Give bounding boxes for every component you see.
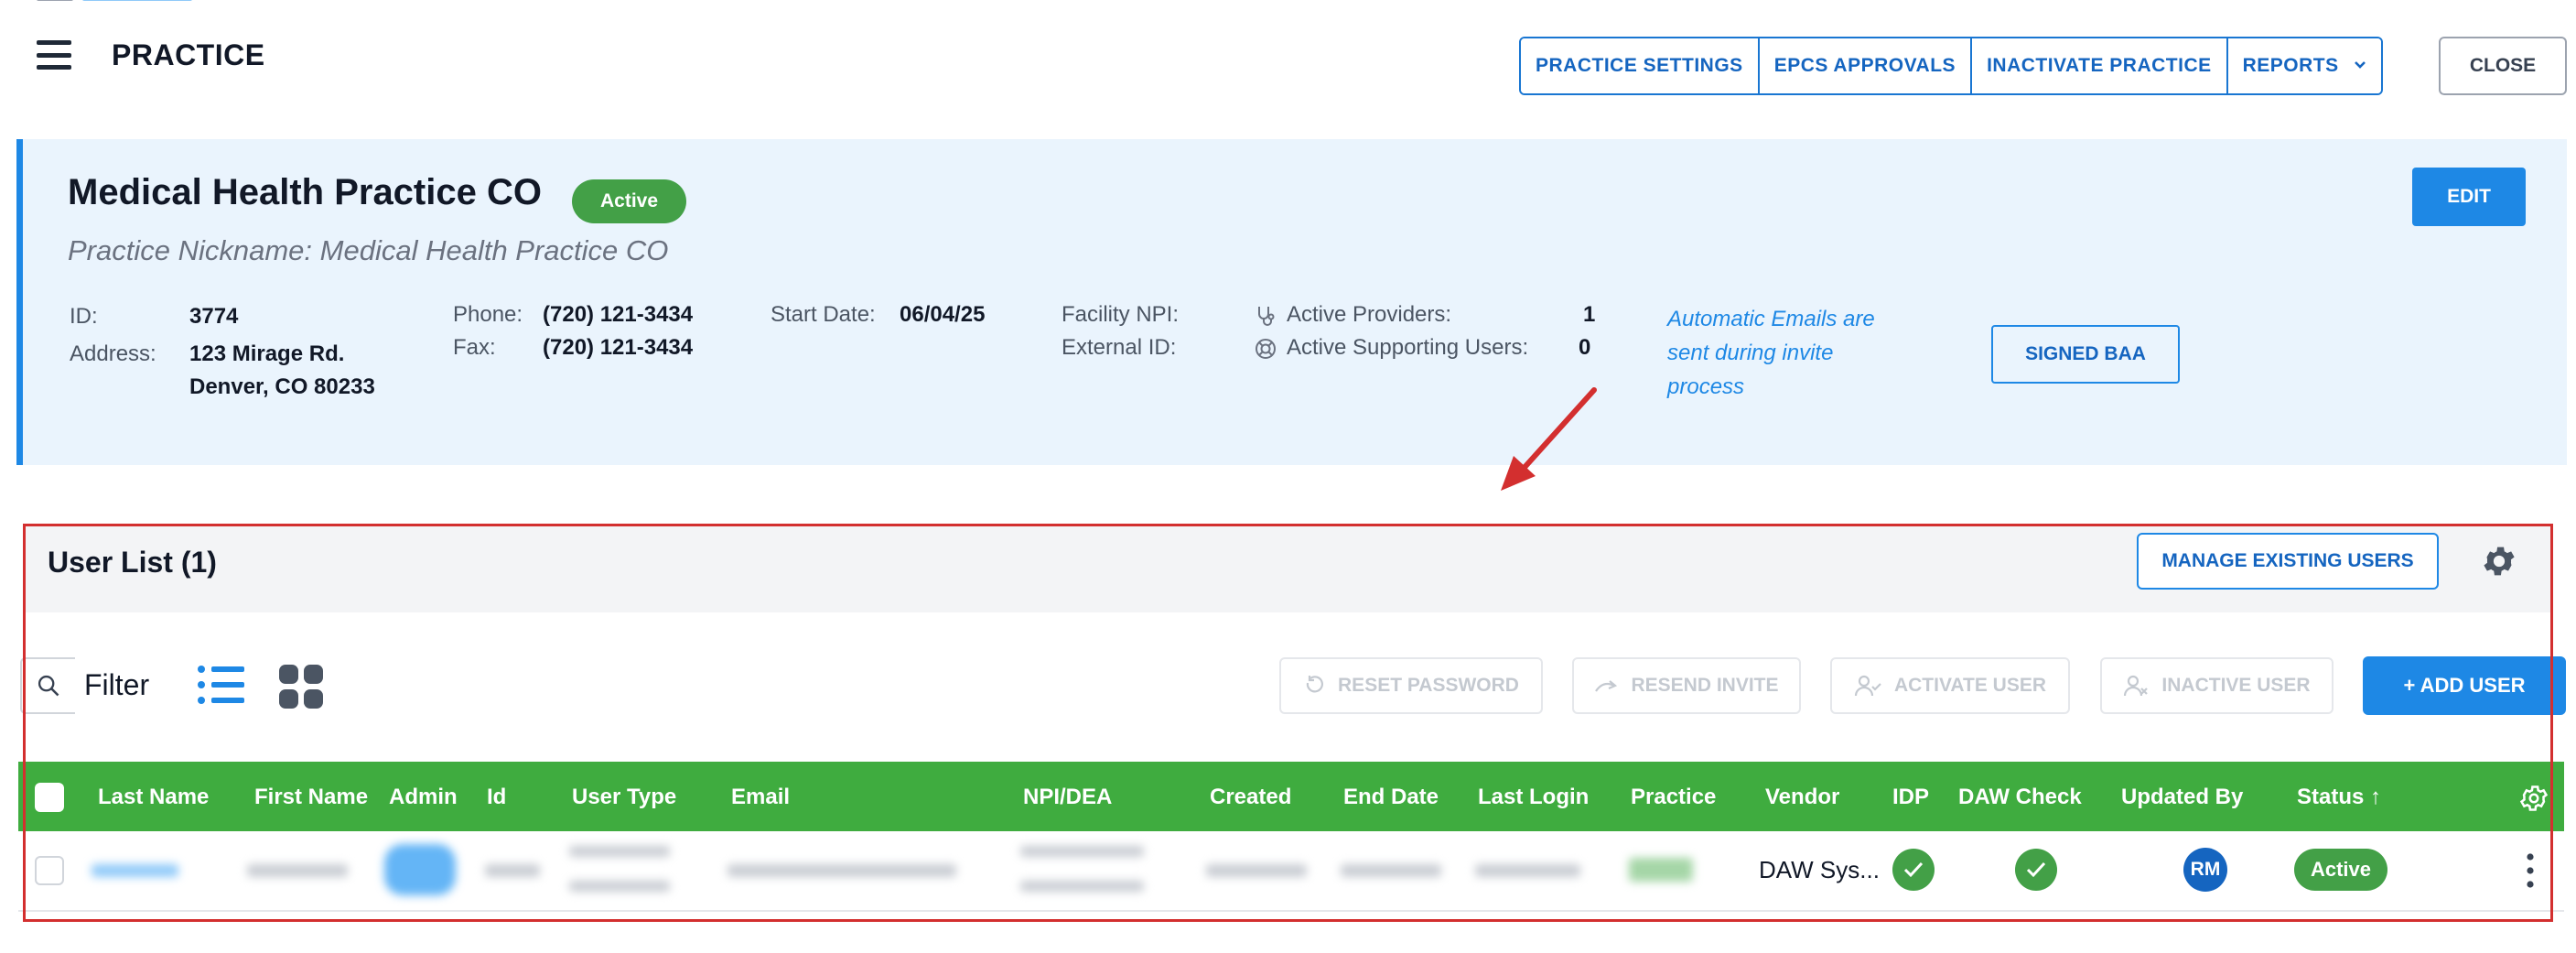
col-practice[interactable]: Practice — [1631, 785, 1716, 810]
gear-icon[interactable] — [2480, 542, 2518, 580]
auto-email-note-line-1: Automatic Emails are — [1667, 307, 1875, 331]
active-supporting-count: 0 — [1579, 335, 1591, 360]
row-checkbox[interactable] — [35, 856, 64, 885]
idp-check-icon — [1892, 849, 1935, 891]
redacted-created — [1206, 864, 1307, 877]
redacted-first-name — [247, 864, 348, 877]
activate-user-icon — [1854, 675, 1881, 697]
start-date-label: Start Date: — [771, 302, 876, 327]
status-badge: Active — [2294, 849, 2387, 891]
vendor-cell: DAW Sys... — [1759, 856, 1880, 883]
auto-email-note-line-3: process — [1667, 374, 1745, 399]
updated-by-avatar: RM — [2183, 848, 2227, 892]
col-vendor[interactable]: Vendor — [1765, 785, 1839, 810]
id-label: ID: — [70, 304, 98, 329]
chevron-down-icon — [2354, 58, 2366, 74]
daw-check-icon — [2015, 849, 2057, 891]
active-providers-label: Active Providers: — [1287, 302, 1452, 327]
add-user-button[interactable]: + ADD USER — [2363, 656, 2566, 715]
reports-label: REPORTS — [2242, 55, 2339, 76]
annotation-arrow-icon — [1501, 387, 1597, 491]
phone-label: Phone: — [453, 302, 523, 327]
phone-value: (720) 121-3434 — [543, 302, 694, 327]
col-daw-check[interactable]: DAW Check — [1958, 785, 2082, 810]
search-icon[interactable] — [20, 657, 75, 714]
resend-invite-label: RESEND INVITE — [1631, 675, 1779, 696]
practice-settings-button[interactable]: PRACTICE SETTINGS — [1521, 38, 1758, 93]
active-providers: Active Providers: — [1254, 302, 1451, 328]
grid-view-icon[interactable] — [279, 665, 323, 709]
redacted-npi — [1020, 846, 1144, 857]
resend-icon — [1595, 680, 1618, 692]
redacted-user-type-2 — [569, 881, 670, 892]
col-first-name[interactable]: First Name — [254, 785, 368, 810]
redacted-user-type-1 — [569, 846, 670, 857]
lifebuoy-icon — [1254, 337, 1277, 361]
facility-npi-label: Facility NPI: — [1062, 302, 1180, 327]
inactive-user-icon — [2124, 675, 2149, 697]
breadcrumb-fragment — [37, 0, 311, 4]
activate-user-button[interactable]: ACTIVATE USER — [1830, 657, 2070, 714]
column-settings-gear-icon[interactable] — [2518, 783, 2549, 814]
start-date-value: 06/04/25 — [900, 302, 986, 327]
user-list-title: User List (1) — [48, 546, 217, 579]
redacted-id — [485, 864, 540, 877]
resend-invite-button[interactable]: RESEND INVITE — [1572, 657, 1801, 714]
external-id-label: External ID: — [1062, 335, 1177, 360]
signed-baa-button[interactable]: SIGNED BAA — [1991, 325, 2180, 384]
col-created[interactable]: Created — [1210, 785, 1291, 810]
active-providers-count: 1 — [1583, 302, 1596, 327]
inactive-user-label: INACTIVE USER — [2161, 675, 2311, 696]
stethoscope-icon — [1254, 304, 1277, 328]
more-vert-icon[interactable] — [2524, 851, 2537, 890]
address-label: Address: — [70, 341, 156, 366]
inactive-user-button[interactable]: INACTIVE USER — [2100, 657, 2333, 714]
redacted-practice — [1629, 858, 1693, 882]
col-end-date[interactable]: End Date — [1343, 785, 1439, 810]
manage-existing-users-button[interactable]: MANAGE EXISTING USERS — [2137, 533, 2439, 590]
reset-password-button[interactable]: RESET PASSWORD — [1279, 657, 1543, 714]
redacted-dea — [1020, 881, 1144, 892]
reports-dropdown[interactable]: REPORTS — [2226, 38, 2381, 93]
epcs-approvals-button[interactable]: EPCS APPROVALS — [1757, 38, 1971, 93]
col-last-name[interactable]: Last Name — [98, 785, 209, 810]
col-email[interactable]: Email — [731, 785, 790, 810]
col-status[interactable]: Status ↑ — [2297, 785, 2381, 810]
redacted-end-date — [1341, 864, 1441, 877]
practice-id: 3774 — [189, 304, 239, 329]
fax-label: Fax: — [453, 335, 496, 360]
redacted-last-name[interactable] — [92, 864, 178, 877]
col-id[interactable]: Id — [487, 785, 506, 810]
reset-icon — [1306, 676, 1323, 693]
activate-user-label: ACTIVATE USER — [1893, 675, 2047, 696]
reset-password-label: RESET PASSWORD — [1338, 675, 1519, 696]
col-updated-by[interactable]: Updated By — [2121, 785, 2243, 810]
edit-button[interactable]: EDIT — [2412, 168, 2526, 226]
col-npi-dea[interactable]: NPI/DEA — [1023, 785, 1112, 810]
redacted-last-login — [1475, 864, 1580, 877]
practice-action-group: PRACTICE SETTINGS EPCS APPROVALS INACTIV… — [1519, 37, 2383, 95]
active-supporting-users: Active Supporting Users: — [1254, 335, 1528, 361]
address-line-2: Denver, CO 80233 — [189, 374, 375, 399]
fax-value: (720) 121-3434 — [543, 335, 694, 360]
page-title: PRACTICE — [112, 38, 265, 71]
filter-input[interactable]: Filter — [84, 668, 149, 702]
redacted-admin — [384, 844, 456, 895]
col-idp[interactable]: IDP — [1892, 785, 1929, 810]
practice-nickname: Practice Nickname: Medical Health Practi… — [68, 234, 669, 266]
close-button[interactable]: CLOSE — [2439, 37, 2567, 95]
status-badge: Active — [572, 179, 686, 223]
inactivate-practice-button[interactable]: INACTIVATE PRACTICE — [1970, 38, 2226, 93]
list-view-icon[interactable] — [197, 665, 244, 705]
col-user-type[interactable]: User Type — [572, 785, 676, 810]
redacted-email — [728, 864, 956, 877]
col-admin[interactable]: Admin — [389, 785, 458, 810]
col-last-login[interactable]: Last Login — [1478, 785, 1589, 810]
active-supporting-label: Active Supporting Users: — [1287, 335, 1529, 360]
practice-name: Medical Health Practice CO — [68, 172, 542, 212]
address-line-1: 123 Mirage Rd. — [189, 341, 345, 366]
menu-icon[interactable] — [37, 40, 71, 70]
select-all-checkbox[interactable] — [35, 783, 64, 812]
auto-email-note-line-2: sent during invite — [1667, 341, 1834, 365]
